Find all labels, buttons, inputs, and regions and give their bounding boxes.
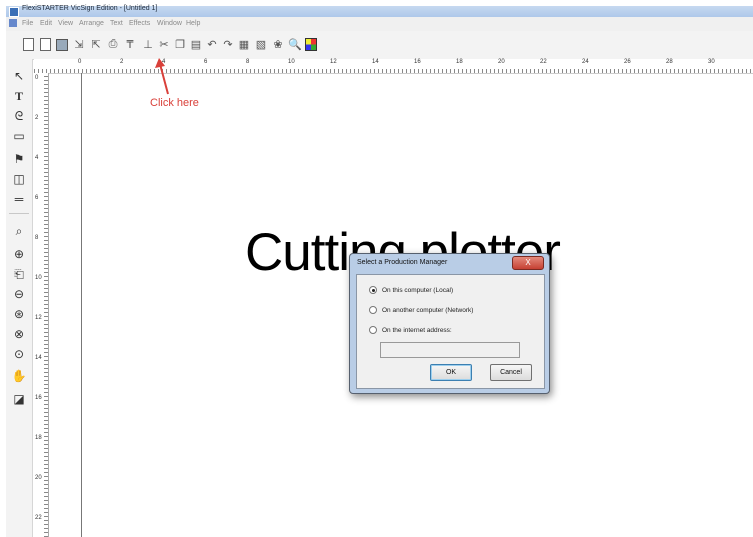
menu-text[interactable]: Text [110, 20, 123, 27]
redo-icon[interactable]: ↷ [222, 38, 234, 51]
ruler-number: 22 [35, 515, 42, 521]
annotation-label: Click here [150, 97, 199, 109]
ruler-number: 12 [330, 59, 337, 65]
menu-window[interactable]: Window [157, 20, 182, 27]
ruler-number: 24 [582, 59, 589, 65]
ruler-number: 30 [708, 59, 715, 65]
ruler-number: 16 [414, 59, 421, 65]
radio-icon[interactable] [369, 326, 377, 334]
option-local[interactable]: On this computer (Local) [369, 286, 453, 294]
ruler-number: 10 [288, 59, 295, 65]
radio-icon[interactable] [369, 306, 377, 314]
toolbox-divider [9, 213, 29, 214]
option-label: On the internet address: [382, 326, 452, 334]
export-icon[interactable]: ⇱ [90, 38, 102, 51]
save-icon[interactable] [56, 38, 68, 51]
crop-tool-icon[interactable]: ◫ [12, 172, 26, 186]
menu-help[interactable]: Help [186, 20, 200, 27]
ruler-number: 18 [35, 435, 42, 441]
close-button[interactable]: X [512, 256, 544, 270]
ruler-number: 0 [35, 75, 39, 81]
internet-address-field[interactable] [380, 342, 520, 358]
menu-edit[interactable]: Edit [40, 20, 52, 27]
color-wheel-icon[interactable]: ❀ [272, 38, 284, 51]
menu-view[interactable]: View [58, 20, 73, 27]
pan-hand-icon[interactable]: ✋ [12, 369, 27, 383]
ruler-number: 18 [456, 59, 463, 65]
measure-tool-icon[interactable]: ═ [12, 192, 26, 206]
ruler-number: 14 [372, 59, 379, 65]
toolbox: ↖ T ᘓ ▭ ⚑ ◫ ═ ⌕ ⊕ ⎗ ⊖ ⊛ ⊗ ⊙ ✋ ◪ [6, 59, 33, 537]
cut-contour-icon[interactable]: ⊥ [142, 38, 154, 51]
ruler-number: 10 [35, 275, 42, 281]
ruler-number: 20 [35, 475, 42, 481]
text-tool-icon[interactable]: T [12, 89, 26, 103]
ruler-number: 28 [666, 59, 673, 65]
color-palette-icon[interactable] [305, 38, 317, 51]
production-manager-icon[interactable]: ₸ [124, 38, 136, 51]
main-toolbar: ⇲ ⇱ ⎙ ₸ ⊥ ✂ ❐ ▤ ↶ ↷ ▦ ▧ ❀ 🔍 [6, 31, 753, 60]
ruler-number: 20 [498, 59, 505, 65]
node-edit-icon[interactable]: ᘓ [12, 109, 26, 123]
option-label: On this computer (Local) [382, 286, 454, 294]
ruler-number: 8 [246, 59, 250, 65]
dialog-title: Select a Production Manager [357, 259, 448, 266]
ruler-number: 6 [204, 59, 208, 65]
annotation-arrow [155, 58, 169, 95]
print-icon[interactable]: ⎙ [107, 38, 119, 51]
zoom-tool-icon[interactable]: ⌕ [12, 224, 26, 238]
new-document-icon[interactable] [22, 38, 34, 51]
menu-effects[interactable]: Effects [129, 20, 150, 27]
ruler-number: 22 [540, 59, 547, 65]
page-border [81, 73, 82, 537]
menu-arrange[interactable]: Arrange [79, 20, 104, 27]
option-network[interactable]: On another computer (Network) [369, 306, 473, 314]
ruler-number: 8 [35, 235, 39, 241]
page-margin-line [48, 73, 49, 537]
ruler-number: 2 [35, 115, 39, 121]
fill-color-icon[interactable]: ◪ [12, 392, 26, 406]
menu-file[interactable]: File [22, 20, 33, 27]
option-internet[interactable]: On the internet address: [369, 326, 452, 334]
radio-icon[interactable] [369, 286, 377, 294]
app-icon [9, 7, 19, 17]
ruler-number: 14 [35, 355, 42, 361]
zoom-in-icon[interactable]: ⊕ [12, 247, 26, 261]
page-setup-icon[interactable]: ▦ [238, 38, 250, 51]
zoom-all-icon[interactable]: ⊗ [12, 327, 26, 341]
production-manager-dialog: Select a Production Manager X On this co… [349, 253, 550, 394]
rectangle-tool-icon[interactable]: ▭ [12, 129, 26, 143]
cut-icon[interactable]: ✂ [158, 38, 170, 51]
open-icon[interactable] [39, 38, 51, 51]
option-label: On another computer (Network) [382, 306, 474, 314]
ruler-number: 4 [35, 155, 39, 161]
ruler-number: 6 [35, 195, 39, 201]
window-title: FlexiSTARTER VicSign Edition - [Untitled… [22, 5, 158, 12]
ruler-number: 2 [120, 59, 124, 65]
menu-bar: File Edit View Arrange Text Effects Wind… [6, 17, 753, 31]
copy-icon[interactable]: ❐ [174, 38, 186, 51]
horizontal-ruler[interactable]: 0 2 4 6 8 10 12 14 16 18 20 22 24 26 28 … [34, 59, 753, 74]
ruler-number: 12 [35, 315, 42, 321]
document-icon[interactable] [9, 19, 17, 27]
zoom-actual-icon[interactable]: ⊙ [12, 347, 26, 361]
paste-icon[interactable]: ▤ [190, 38, 202, 51]
zoom-selection-icon[interactable]: ⊛ [12, 307, 26, 321]
select-arrow-icon[interactable]: ↖ [12, 69, 26, 83]
dialog-body: On this computer (Local) On another comp… [356, 274, 545, 389]
ruler-number: 0 [78, 59, 82, 65]
vertical-ruler[interactable]: 0 2 4 6 8 10 12 14 16 18 20 22 [34, 73, 49, 537]
ruler-number: 16 [35, 395, 42, 401]
import-icon[interactable]: ⇲ [73, 38, 85, 51]
zoom-out-icon[interactable]: ⊖ [12, 287, 26, 301]
zoom-icon[interactable]: 🔍 [288, 38, 302, 51]
cancel-button[interactable]: Cancel [490, 364, 532, 381]
ok-button[interactable]: OK [430, 364, 472, 381]
weed-tool-icon[interactable]: ⚑ [12, 152, 26, 166]
ruler-number: 26 [624, 59, 631, 65]
title-bar: FlexiSTARTER VicSign Edition - [Untitled… [6, 5, 753, 17]
properties-icon[interactable]: ▧ [255, 38, 267, 51]
undo-icon[interactable]: ↶ [206, 38, 218, 51]
zoom-page-icon[interactable]: ⎗ [12, 267, 26, 281]
